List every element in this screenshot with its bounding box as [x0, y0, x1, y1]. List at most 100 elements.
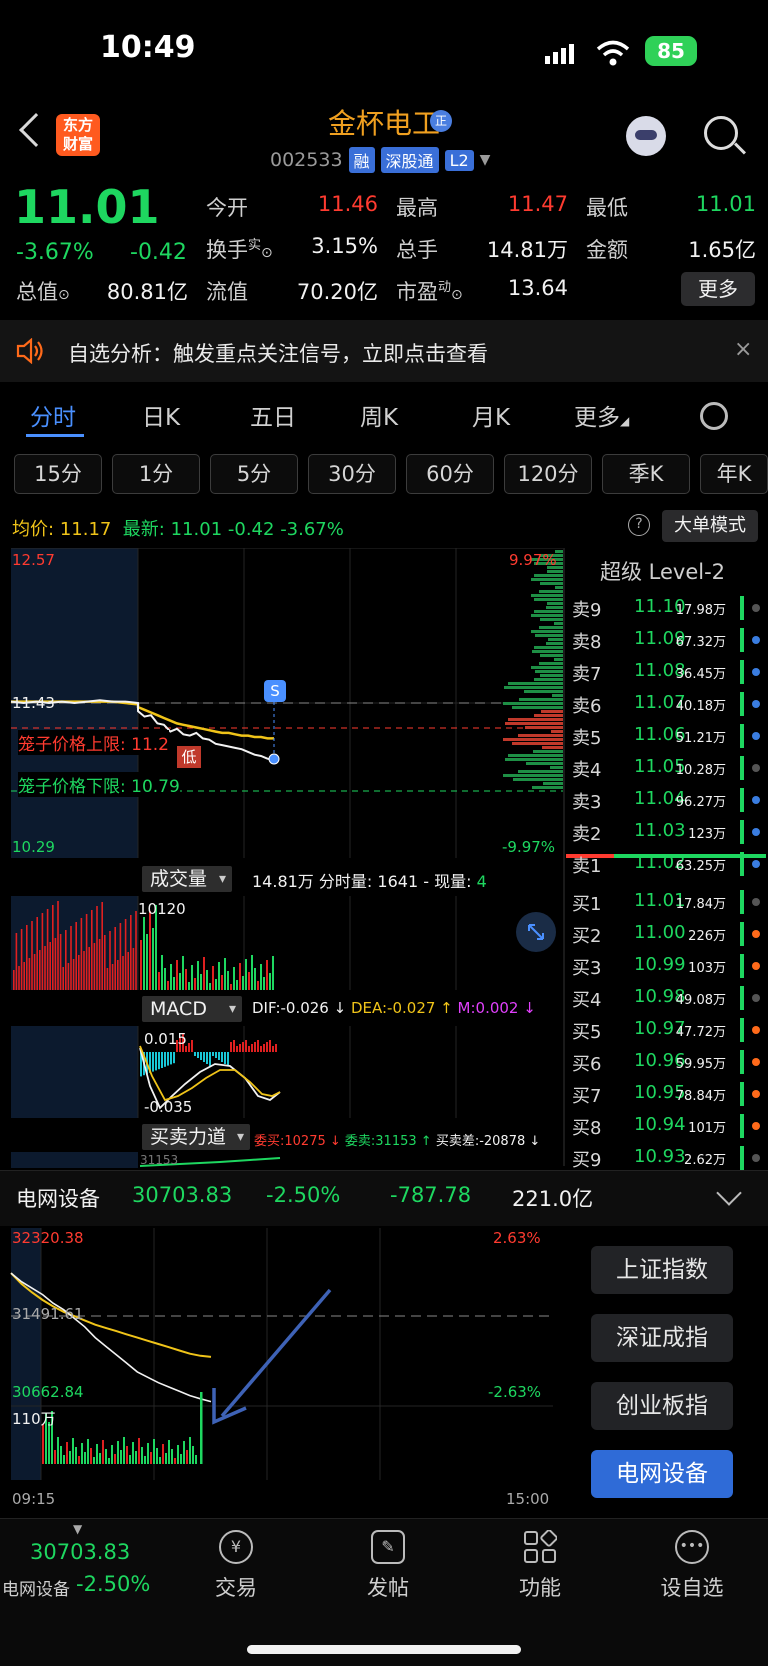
auction-volume-bar: [52, 905, 54, 990]
depth-bar: [547, 602, 563, 605]
ask-volume-bar: [740, 852, 744, 876]
sector-volume-spike: [200, 1392, 203, 1464]
period-30min[interactable]: 30分: [308, 454, 396, 494]
level2-title[interactable]: 超级 Level-2: [565, 556, 760, 586]
bid-row-1[interactable]: 买1 11.01 17.84万: [572, 886, 768, 918]
period-5min[interactable]: 5分: [210, 454, 298, 494]
tab-weekly-k[interactable]: 周K: [360, 398, 398, 432]
macd-chart[interactable]: [0, 1026, 565, 1118]
volume-bar: [188, 982, 190, 990]
macd-bar: [275, 1044, 277, 1052]
index-button-grid-equipment[interactable]: 电网设备: [591, 1450, 733, 1498]
bid-status-dot: [752, 930, 760, 938]
period-1min[interactable]: 1分: [112, 454, 200, 494]
sell-signal-marker[interactable]: S: [264, 680, 286, 702]
signal-icon: [545, 44, 575, 64]
volume-chart[interactable]: [0, 896, 565, 990]
bid-row-2[interactable]: 买2 11.00 226万: [572, 918, 768, 950]
ask-row-4[interactable]: 卖6 11.07 40.18万: [572, 688, 768, 720]
gear-icon[interactable]: [700, 402, 728, 430]
index-button-shanghai[interactable]: 上证指数: [591, 1246, 733, 1294]
index-button-shenzhen[interactable]: 深证成指: [591, 1314, 733, 1362]
ask-level-label: 卖1: [572, 856, 602, 877]
volume-bar: [194, 978, 196, 990]
period-year-k[interactable]: 年K: [700, 454, 768, 494]
ticker-price[interactable]: 30703.83: [30, 1540, 130, 1564]
bid-row-9[interactable]: 买9 10.93 2.62万: [572, 1142, 768, 1174]
ask-row-7[interactable]: 卖3 11.04 96.27万: [572, 784, 768, 816]
macd-indicator-dropdown[interactable]: MACD: [142, 996, 242, 1022]
search-icon[interactable]: [704, 116, 738, 150]
bid-level-label: 买6: [572, 1054, 602, 1075]
volume-max-label: 10120: [138, 900, 186, 918]
bid-row-8[interactable]: 买8 10.94 101万: [572, 1110, 768, 1142]
sector-bar[interactable]: [0, 1170, 768, 1226]
assistant-robot-icon[interactable]: [626, 116, 666, 156]
auction-volume-bar: [104, 935, 106, 990]
ask-row-1[interactable]: 卖9 11.10 17.98万: [572, 592, 768, 624]
ask-level-label: 卖8: [572, 632, 602, 653]
tab-five-day[interactable]: 五日: [250, 398, 296, 432]
expand-icon[interactable]: [516, 912, 556, 952]
turnover-label[interactable]: 换手实⊙: [206, 234, 273, 264]
tab-daily-k[interactable]: 日K: [142, 398, 180, 432]
period-60min[interactable]: 60分: [406, 454, 494, 494]
intraday-chart[interactable]: [0, 548, 565, 858]
big-order-mode-button[interactable]: 大单模式: [662, 510, 758, 542]
stock-code-row[interactable]: 002533 融 深股通 L2 ▼: [270, 146, 490, 174]
volume-bar: [242, 976, 244, 990]
pe-label[interactable]: 市盈动⊙: [396, 276, 463, 306]
auction-volume-bar: [23, 962, 25, 990]
tab-monthly-k[interactable]: 月K: [472, 398, 510, 432]
bid-level-label: 买4: [572, 990, 602, 1011]
more-button[interactable]: 更多: [681, 272, 755, 306]
ask-row-5[interactable]: 卖5 11.06 51.21万: [572, 720, 768, 752]
depth-bar: [552, 694, 563, 697]
tab-more[interactable]: 更多◢: [574, 398, 629, 432]
volume-bar: [233, 967, 235, 990]
change-percent: -3.67%: [16, 240, 94, 265]
force-chart[interactable]: [0, 1152, 565, 1168]
depth-bar: [518, 734, 563, 737]
period-120min[interactable]: 120分: [504, 454, 592, 494]
more-dots-icon: •••: [675, 1530, 709, 1564]
depth-bar: [539, 590, 563, 593]
period-quarter-k[interactable]: 季K: [602, 454, 690, 494]
sector-volume-bar: [150, 1452, 152, 1464]
help-icon[interactable]: ?: [628, 514, 650, 536]
bid-row-6[interactable]: 买6 10.96 59.95万: [572, 1046, 768, 1078]
sector-chart[interactable]: [0, 1228, 556, 1480]
volume-indicator-dropdown[interactable]: 成交量: [142, 866, 232, 892]
sector-volume-bar: [117, 1441, 119, 1464]
auction-volume-bar: [124, 919, 127, 990]
close-icon[interactable]: ×: [734, 337, 752, 362]
index-button-chinext[interactable]: 创业板指: [591, 1382, 733, 1430]
nav-functions[interactable]: 功能: [480, 1529, 600, 1602]
ticker-name[interactable]: 电网设备: [2, 1575, 70, 1600]
nav-trade[interactable]: ¥ 交易: [176, 1530, 296, 1602]
ask-row-6[interactable]: 卖4 11.05 10.28万: [572, 752, 768, 784]
bid-row-5[interactable]: 买5 10.97 47.72万: [572, 1014, 768, 1046]
bid-row-7[interactable]: 买7 10.95 78.84万: [572, 1078, 768, 1110]
ticker-pct[interactable]: -2.50%: [76, 1572, 150, 1596]
nav-post[interactable]: ✎ 发帖: [328, 1530, 448, 1602]
bid-row-3[interactable]: 买3 10.99 103万: [572, 950, 768, 982]
bid-row-4[interactable]: 买4 10.98 49.08万: [572, 982, 768, 1014]
depth-bar: [513, 778, 563, 781]
ask-row-9[interactable]: 卖1 11.02 63.25万: [572, 848, 768, 880]
sector-volume-bar: [120, 1450, 122, 1464]
sector-volume-bar: [99, 1453, 101, 1464]
force-indicator-dropdown[interactable]: 买卖力道: [142, 1124, 250, 1150]
ask-row-2[interactable]: 卖8 11.09 67.32万: [572, 624, 768, 656]
force-ask: 委卖:31153 ↑: [344, 1134, 432, 1149]
tab-intraday[interactable]: 分时: [30, 398, 76, 432]
nav-set-watchlist[interactable]: ••• 设自选: [632, 1530, 752, 1602]
low-marker[interactable]: 低: [177, 746, 201, 768]
market-cap-label[interactable]: 总值⊙: [16, 276, 70, 306]
ask-row-8[interactable]: 卖2 11.03 123万: [572, 816, 768, 848]
ask-level-label: 卖2: [572, 824, 602, 845]
period-15min[interactable]: 15分: [14, 454, 102, 494]
ask-row-3[interactable]: 卖7 11.08 36.45万: [572, 656, 768, 688]
ask-status-dot: [752, 828, 760, 836]
alert-text[interactable]: 自选分析：触发重点关注信号，立即点击查看: [68, 338, 488, 368]
